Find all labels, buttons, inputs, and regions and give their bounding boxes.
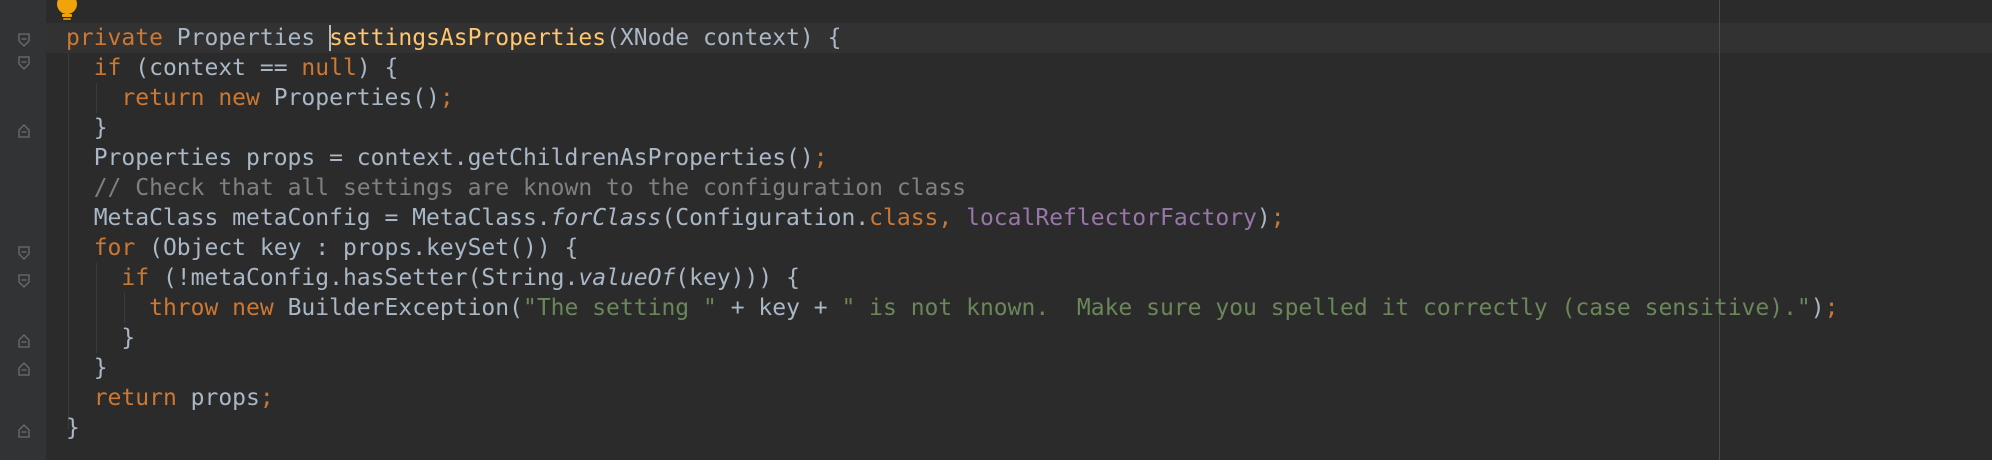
- code-editor[interactable]: private Properties settingsAsProperties(…: [0, 0, 1992, 460]
- keyword: throw new: [149, 295, 274, 321]
- code-token: ): [1810, 295, 1825, 321]
- code-line[interactable]: }: [66, 113, 1839, 143]
- code-line[interactable]: // Check that all settings are known to …: [66, 173, 1839, 203]
- code-line[interactable]: }: [66, 353, 1839, 383]
- code-token: }: [66, 115, 108, 141]
- code-line[interactable]: private Properties settingsAsProperties(…: [66, 23, 1839, 53]
- code-token: (Configuration.: [661, 205, 870, 231]
- code-token: }: [66, 325, 136, 351]
- code-token: (key))) {: [675, 265, 800, 291]
- keyword: if: [121, 265, 150, 291]
- static-method-call: forClass: [550, 205, 662, 231]
- string-literal: "The setting ": [522, 295, 717, 321]
- code-token: Properties props = context.getChildrenAs…: [66, 145, 814, 171]
- code-line[interactable]: Properties props = context.getChildrenAs…: [66, 143, 1839, 173]
- code-token: (context ==: [121, 55, 302, 81]
- keyword: class,: [869, 205, 953, 231]
- keyword: for: [93, 235, 136, 261]
- code-line[interactable]: }: [66, 413, 1839, 443]
- code-token: Properties(): [259, 85, 440, 111]
- code-line[interactable]: for (Object key : props.keySet()) {: [66, 233, 1839, 263]
- fold-marker-icon[interactable]: [18, 56, 30, 70]
- code-token: }: [66, 355, 108, 381]
- code-token: BuilderException(: [273, 295, 523, 321]
- code-token: ): [1256, 205, 1271, 231]
- keyword: private: [66, 25, 163, 51]
- code-line[interactable]: throw new BuilderException("The setting …: [66, 293, 1839, 323]
- code-token: (Object key : props.keySet()) {: [135, 235, 579, 261]
- fold-end-marker-icon[interactable]: [18, 334, 30, 348]
- code-token: }: [66, 415, 80, 441]
- code-token: (XNode context) {: [606, 25, 842, 51]
- keyword: if: [93, 55, 122, 81]
- code-line[interactable]: return props;: [66, 383, 1839, 413]
- string-literal: " is not known. Make sure you spelled it…: [841, 295, 1811, 321]
- semicolon: ;: [1270, 205, 1285, 231]
- code-token: Properties: [162, 25, 330, 51]
- fold-marker-icon[interactable]: [18, 246, 30, 260]
- keyword: return: [93, 385, 177, 411]
- code-token: (!metaConfig.hasSetter(String.: [149, 265, 579, 291]
- semicolon: ;: [259, 385, 274, 411]
- keyword: null: [301, 55, 357, 81]
- code-line[interactable]: if (!metaConfig.hasSetter(String.valueOf…: [66, 263, 1839, 293]
- lightbulb-icon[interactable]: [56, 0, 78, 22]
- code-line[interactable]: }: [66, 323, 1839, 353]
- semicolon: ;: [1824, 295, 1839, 321]
- code-comment: // Check that all settings are known to …: [93, 175, 967, 201]
- fold-marker-icon[interactable]: [18, 33, 30, 47]
- code-text[interactable]: private Properties settingsAsProperties(…: [66, 23, 1839, 443]
- text-caret: [329, 24, 332, 51]
- semicolon: ;: [813, 145, 828, 171]
- keyword: return new: [121, 85, 260, 111]
- method-name: settingsAsProperties: [329, 25, 607, 51]
- fold-marker-icon[interactable]: [18, 274, 30, 288]
- code-line[interactable]: MetaClass metaConfig = MetaClass.forClas…: [66, 203, 1839, 233]
- code-line[interactable]: return new Properties();: [66, 83, 1839, 113]
- code-token: + key +: [716, 295, 842, 321]
- code-token: props: [176, 385, 260, 411]
- editor-gutter[interactable]: [0, 0, 46, 460]
- semicolon: ;: [439, 85, 454, 111]
- fold-end-marker-icon[interactable]: [18, 362, 30, 376]
- code-token: ) {: [356, 55, 399, 81]
- static-method-call: valueOf: [578, 265, 676, 291]
- code-line[interactable]: if (context == null) {: [66, 53, 1839, 83]
- fold-end-marker-icon[interactable]: [18, 424, 30, 438]
- fold-end-marker-icon[interactable]: [18, 124, 30, 138]
- field-reference: localReflectorFactory: [966, 205, 1257, 231]
- code-token: MetaClass metaConfig = MetaClass.: [66, 205, 551, 231]
